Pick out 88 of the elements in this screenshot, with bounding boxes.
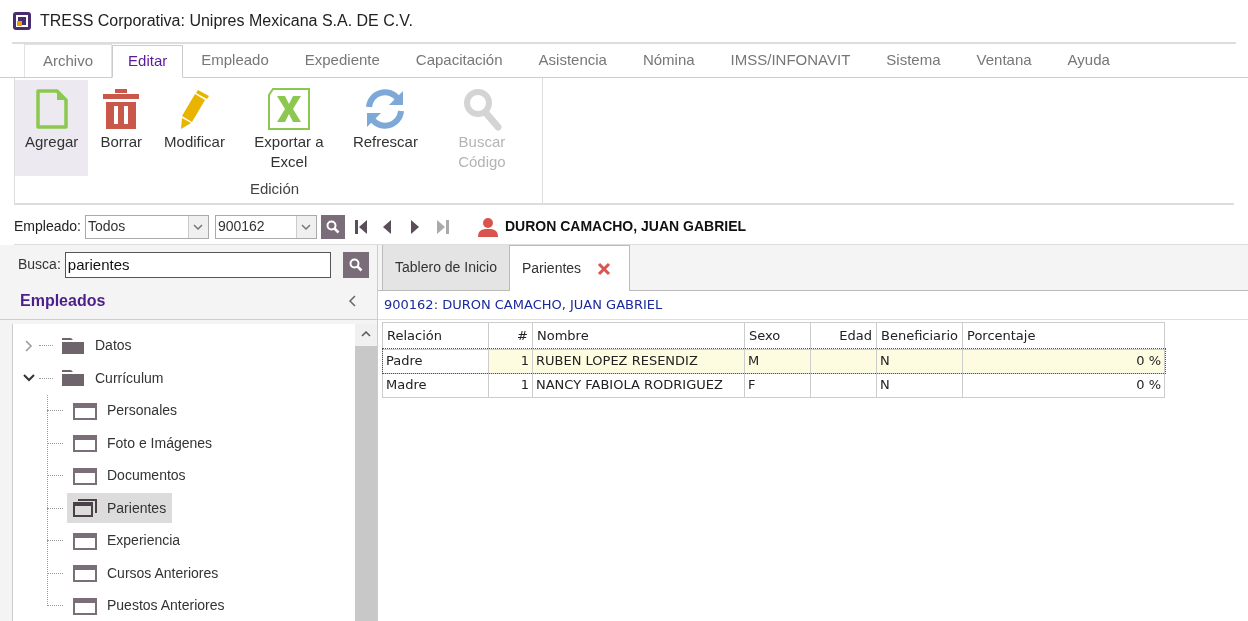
tree-item[interactable]: Experiencia [67, 525, 187, 556]
column-header[interactable]: Edad [810, 322, 877, 349]
table-cell: 1 [488, 349, 533, 373]
menu-tab[interactable]: Asistencia [520, 44, 625, 77]
tree-item[interactable]: Parientes [67, 493, 173, 524]
magnifier-icon [461, 87, 502, 131]
document-icon [34, 88, 69, 130]
table-cell: N [876, 349, 963, 373]
search-field[interactable]: parientes [64, 251, 331, 278]
ribbon-button[interactable]: Borrar [90, 80, 153, 176]
window-icon [73, 564, 97, 583]
tree-item[interactable]: Personales [67, 395, 184, 426]
menu-tab[interactable]: Nómina [624, 44, 713, 77]
table-cell: 1 [488, 373, 533, 397]
menu-tab[interactable]: Ayuda [1049, 44, 1128, 77]
scroll-up-icon[interactable] [361, 329, 371, 338]
window-icon [73, 401, 97, 420]
chevron-down-icon[interactable] [23, 374, 35, 383]
document-tab[interactable]: Parientes [508, 245, 631, 291]
table-cell: Madre [382, 373, 489, 397]
menu-tab[interactable]: Sistema [868, 44, 959, 77]
trash-icon [102, 88, 141, 130]
search-button[interactable] [320, 214, 345, 239]
table-cell: RUBEN LOPEZ RESENDIZ [532, 349, 745, 373]
search-label: Busca: [18, 255, 61, 275]
menu-tab[interactable]: Expediente [286, 44, 398, 77]
app-icon [12, 11, 32, 31]
table-row[interactable]: Madre 1 NANCY FABIOLA RODRIGUEZ F N 0 % [382, 373, 1165, 397]
tree-item[interactable]: Foto e Imágenes [67, 428, 219, 459]
column-header[interactable]: # [488, 322, 533, 349]
table-cell [810, 349, 877, 373]
search-button[interactable] [342, 251, 369, 278]
menu-tab[interactable]: Editar [112, 45, 184, 78]
table-cell: 0 % [962, 373, 1165, 397]
chevron-right-icon[interactable] [25, 339, 33, 352]
column-header[interactable]: Sexo [744, 322, 811, 349]
menu-tab[interactable]: Ventana [958, 44, 1050, 77]
folder-icon [61, 369, 85, 388]
search-icon [325, 219, 340, 234]
scrollbar[interactable] [355, 323, 377, 621]
ribbon-button[interactable]: Refrescar [342, 80, 428, 176]
ribbon-button[interactable]: Modificar [154, 80, 235, 176]
menu-tab[interactable]: Capacitación [397, 44, 521, 77]
panel-title: Empleados [20, 291, 107, 312]
next-record-icon[interactable] [408, 217, 421, 236]
window-title: TRESS Corporativa: Unipres Mexicana S.A. DE C.V. [40, 11, 413, 31]
folder-icon [61, 336, 85, 355]
window-icon [73, 596, 97, 615]
record-header: 900162: DURON CAMACHO, JUAN GABRIEL [378, 291, 1248, 320]
chevron-down-icon [301, 223, 312, 230]
table-cell: 0 % [962, 349, 1165, 373]
window-icon [73, 466, 97, 485]
table-cell: Padre [382, 349, 489, 373]
table-cell: M [744, 349, 811, 373]
document-tab[interactable]: Tablero de Inicio [382, 245, 509, 290]
tree-item[interactable]: Datos [55, 330, 138, 361]
tree-item[interactable]: Cursos Anteriores [67, 558, 225, 589]
column-header[interactable]: Nombre [532, 322, 745, 349]
windows-icon [73, 499, 97, 518]
table-cell: NANCY FABIOLA RODRIGUEZ [532, 373, 745, 397]
column-header[interactable]: Relación [382, 322, 489, 349]
chevron-down-icon [193, 223, 204, 230]
column-header[interactable]: Porcentaje [962, 322, 1165, 349]
employee-label: Empleado: [14, 217, 81, 236]
window-icon [73, 434, 97, 453]
search-icon [348, 257, 363, 272]
menu-tab[interactable]: IMSS/INFONAVIT [712, 44, 869, 77]
table-row[interactable]: Padre 1 RUBEN LOPEZ RESENDIZ M N 0 % [382, 349, 1165, 373]
ribbon-button[interactable]: Agregar [15, 80, 89, 176]
table-cell: N [876, 373, 963, 397]
ribbon-button[interactable]: Exportar a Excel [236, 80, 341, 176]
close-icon[interactable] [597, 261, 612, 276]
filter-dropdown[interactable]: Todos [84, 214, 209, 239]
collapse-icon[interactable] [347, 294, 357, 309]
table-cell: F [744, 373, 811, 397]
column-header[interactable]: Beneficiario [876, 322, 963, 349]
first-record-icon[interactable] [352, 217, 369, 236]
employee-number-dropdown[interactable]: 900162 [214, 214, 317, 239]
tree-item[interactable]: Puestos Anteriores [67, 590, 231, 621]
ribbon-group-label: Edición [248, 178, 301, 199]
person-icon [476, 216, 499, 237]
menu-tab[interactable]: Empleado [183, 44, 287, 77]
table-cell [810, 373, 877, 397]
spreadsheet-icon [266, 87, 311, 131]
tree-item[interactable]: Currículum [55, 363, 170, 394]
employee-name: DURON CAMACHO, JUAN GABRIEL [504, 217, 747, 236]
tree-item[interactable]: Documentos [67, 460, 192, 491]
window-icon [73, 531, 97, 550]
